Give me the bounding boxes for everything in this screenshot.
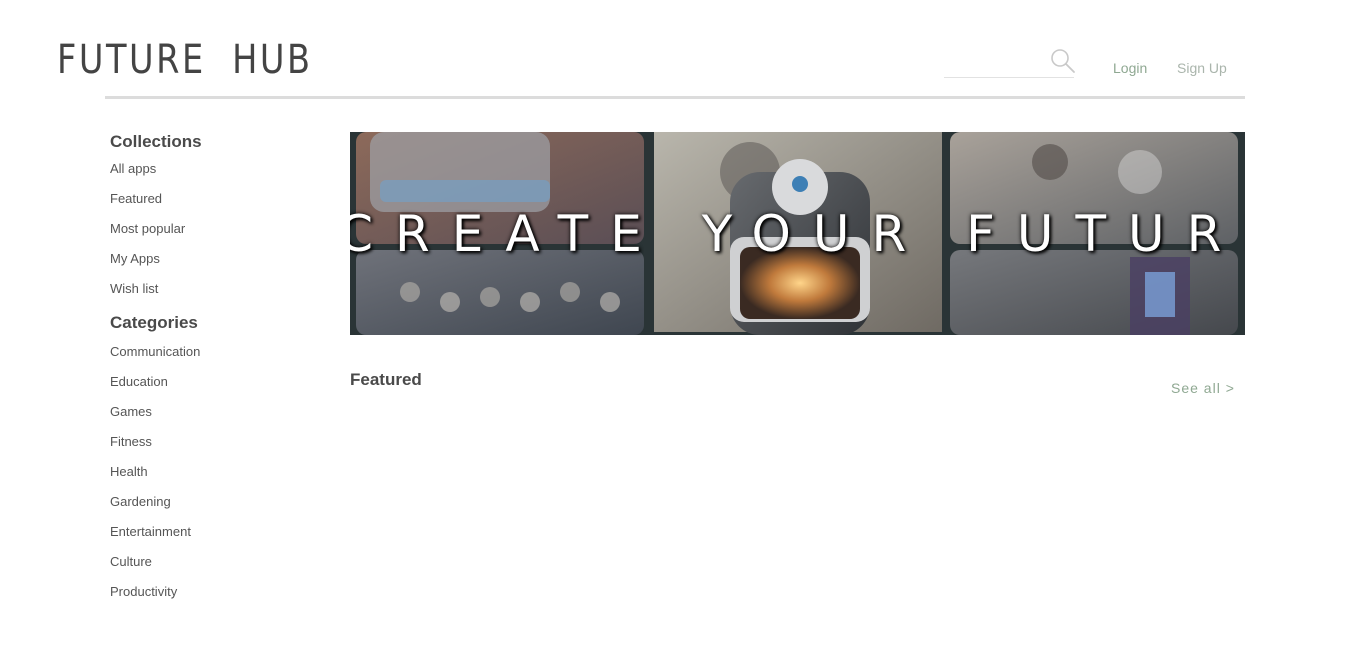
- signup-link[interactable]: Sign Up: [1177, 60, 1227, 76]
- sidebar-item-wish-list[interactable]: Wish list: [110, 281, 158, 296]
- sidebar-item-gardening[interactable]: Gardening: [110, 494, 171, 509]
- search-box: [944, 44, 1076, 78]
- sidebar-item-featured[interactable]: Featured: [110, 191, 162, 206]
- sidebar-item-communication[interactable]: Communication: [110, 344, 200, 359]
- sidebar-item-education[interactable]: Education: [110, 374, 168, 389]
- sidebar-item-games[interactable]: Games: [110, 404, 152, 419]
- collections-heading: Collections: [110, 132, 202, 151]
- sidebar-item-health[interactable]: Health: [110, 464, 148, 479]
- sidebar-item-culture[interactable]: Culture: [110, 554, 152, 569]
- site-logo[interactable]: FUTURE HUB: [57, 38, 313, 82]
- hero-banner[interactable]: CREATE YOUR FUTURE: [350, 132, 1245, 335]
- sidebar-item-fitness[interactable]: Fitness: [110, 434, 152, 449]
- see-all-link[interactable]: See all >: [1171, 380, 1235, 396]
- search-icon[interactable]: [1050, 48, 1076, 74]
- featured-section-title: Featured: [350, 370, 422, 389]
- banner-title: CREATE YOUR FUTURE: [350, 204, 1245, 263]
- sidebar-item-entertainment[interactable]: Entertainment: [110, 524, 191, 539]
- login-link[interactable]: Login: [1113, 60, 1147, 76]
- search-input[interactable]: [944, 44, 1048, 78]
- page: FUTURE HUB Login Sign Up Collections All…: [0, 0, 1350, 650]
- header-divider: [105, 96, 1245, 99]
- categories-heading: Categories: [110, 313, 198, 332]
- sidebar-item-productivity[interactable]: Productivity: [110, 584, 177, 599]
- sidebar-item-my-apps[interactable]: My Apps: [110, 251, 160, 266]
- sidebar-item-all-apps[interactable]: All apps: [110, 161, 156, 176]
- sidebar-item-most-popular[interactable]: Most popular: [110, 221, 185, 236]
